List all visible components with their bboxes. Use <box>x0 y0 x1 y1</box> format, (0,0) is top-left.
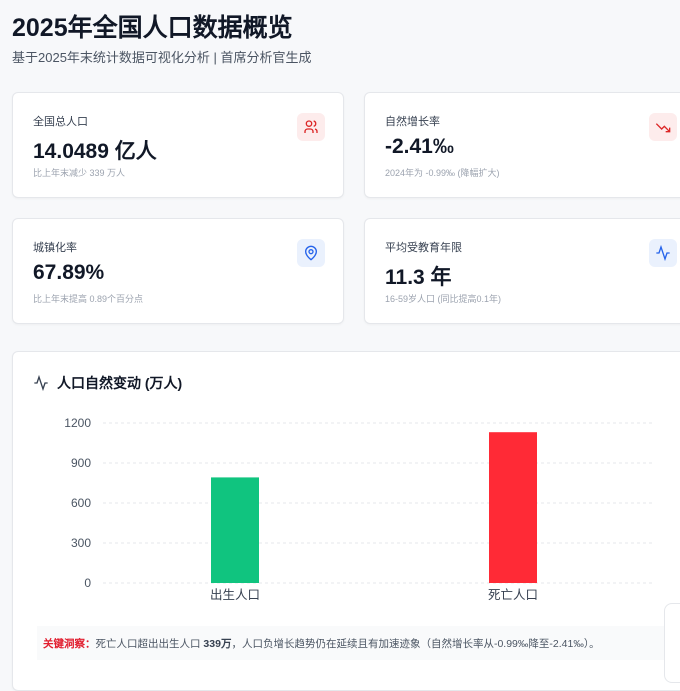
y-tick-label: 900 <box>71 456 91 470</box>
kpi-note: 比上年末提高 0.89个百分点 <box>33 294 144 304</box>
x-tick-label: 死亡人口 <box>488 588 538 602</box>
kpi-label: 全国总人口 <box>33 116 88 128</box>
y-tick-label: 0 <box>84 576 91 590</box>
y-tick-label: 300 <box>71 536 91 550</box>
activity-icon <box>649 239 677 267</box>
kpi-growth-rate: 自然增长率 -2.41‰ 2024年为 -0.99‰ (降幅扩大) <box>364 92 680 198</box>
x-tick-label: 出生人口 <box>210 588 260 602</box>
kpi-value: -2.41‰ <box>385 135 454 158</box>
kpi-label: 自然增长率 <box>385 116 440 128</box>
y-tick-label: 1200 <box>64 416 91 430</box>
kpi-note: 比上年末减少 339 万人 <box>33 168 126 178</box>
chart-card: 人口自然变动 (万人) 0 300 600 900 1200 出生人口 死亡人口 关键洞察：… <box>12 351 680 691</box>
kpi-urbanization: 城镇化率 67.89% 比上年末提高 0.89个百分点 <box>12 218 344 324</box>
insight-bold: 339万 <box>203 638 232 650</box>
kpi-note: 16-59岁人口 (同比提高0.1年) <box>385 294 502 304</box>
bar-chart: 0 300 600 900 1200 出生人口 死亡人口 <box>64 416 653 602</box>
y-tick-label: 600 <box>71 496 91 510</box>
insight-post: ，人口负增长趋势仍在延续且有加速迹象（自然增长率从-0.99‰降至-2.41‰）… <box>231 638 600 650</box>
kpi-note: 2024年为 -0.99‰ (降幅扩大) <box>385 168 500 178</box>
kpi-education-years: 平均受教育年限 11.3 年 16-59岁人口 (同比提高0.1年) <box>364 218 680 324</box>
page-subtitle: 基于2025年末统计数据可视化分析 | 首席分析官生成 <box>12 50 312 65</box>
kpi-value: 14.0489 亿人 <box>33 140 157 163</box>
bar-deaths <box>489 432 537 583</box>
insight-box: 关键洞察：死亡人口超出出生人口 339万，人口负增长趋势仍在延续且有加速迹象（自… <box>37 626 677 660</box>
insight-pre: 死亡人口超出出生人口 <box>95 638 204 650</box>
insight-key: 关键洞察： <box>43 638 96 650</box>
trending-down-icon <box>649 113 677 141</box>
side-floating-panel[interactable] <box>664 603 680 683</box>
bar-births <box>211 477 259 583</box>
kpi-value: 67.89% <box>33 261 105 284</box>
map-pin-icon <box>297 239 325 267</box>
users-icon <box>297 113 325 141</box>
kpi-label: 城镇化率 <box>33 242 77 254</box>
kpi-label: 平均受教育年限 <box>385 242 462 254</box>
kpi-value: 11.3 年 <box>385 266 452 289</box>
kpi-total-population: 全国总人口 14.0489 亿人 比上年末减少 339 万人 <box>12 92 344 198</box>
page-title: 2025年全国人口数据概览 <box>12 14 293 42</box>
